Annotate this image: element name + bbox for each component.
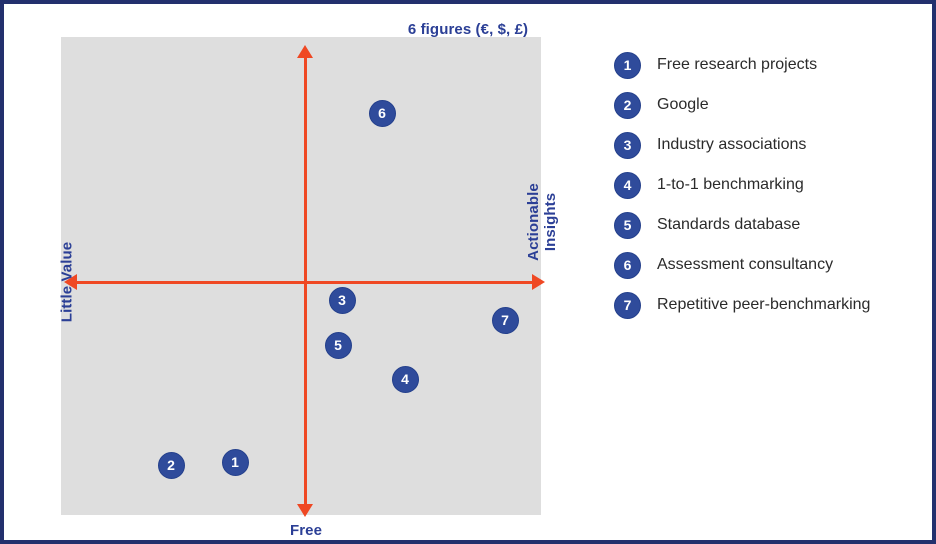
legend-item[interactable]: 5 Standards database [614, 205, 914, 245]
axis-label-right-line2: Insights [542, 192, 559, 252]
data-point-marker[interactable]: 5 [324, 331, 352, 359]
legend-item-label: 1-to-1 benchmarking [657, 176, 804, 193]
legend-item-label: Industry associations [657, 136, 807, 153]
arrow-up-icon [297, 45, 313, 58]
legend: 1 Free research projects 2 Google 3 Indu… [614, 45, 914, 325]
data-point-marker[interactable]: 6 [368, 99, 396, 127]
legend-item-label: Standards database [657, 216, 801, 233]
data-point-marker[interactable]: 1 [221, 448, 249, 476]
data-point-marker[interactable]: 4 [391, 365, 419, 393]
legend-item-label: Repetitive peer-benchmarking [657, 296, 871, 313]
legend-badge: 4 [614, 171, 641, 199]
arrow-down-icon [297, 504, 313, 517]
legend-badge: 7 [614, 291, 641, 319]
legend-badge: 1 [614, 51, 641, 79]
legend-item[interactable]: 1 Free research projects [614, 45, 914, 85]
quadrant-plot-area [61, 37, 541, 515]
legend-item[interactable]: 4 1-to-1 benchmarking [614, 165, 914, 205]
legend-badge: 6 [614, 251, 641, 279]
legend-item-label: Assessment consultancy [657, 256, 834, 273]
legend-badge: 2 [614, 91, 641, 119]
axis-label-left: Little Value [58, 241, 76, 323]
legend-item[interactable]: 6 Assessment consultancy [614, 245, 914, 285]
legend-badge: 3 [614, 131, 641, 159]
axis-label-top: 6 figures (€, $, £) [407, 21, 529, 38]
legend-item[interactable]: 2 Google [614, 85, 914, 125]
legend-item-label: Free research projects [657, 56, 818, 73]
legend-item-label: Google [657, 96, 709, 113]
matrix-diagram-page: 6 figures (€, $, £) Free Little Value Ac… [0, 0, 936, 544]
legend-item[interactable]: 3 Industry associations [614, 125, 914, 165]
legend-item[interactable]: 7 Repetitive peer-benchmarking [614, 285, 914, 325]
data-point-marker[interactable]: 2 [157, 451, 185, 479]
legend-badge: 5 [614, 211, 641, 239]
axis-label-right: Actionable Insights [525, 162, 559, 282]
vertical-axis-line [304, 52, 307, 513]
axis-label-right-line1: Actionable [525, 183, 542, 261]
axis-label-bottom: Free [289, 522, 323, 539]
data-point-marker[interactable]: 3 [328, 286, 356, 314]
data-point-marker[interactable]: 7 [491, 306, 519, 334]
